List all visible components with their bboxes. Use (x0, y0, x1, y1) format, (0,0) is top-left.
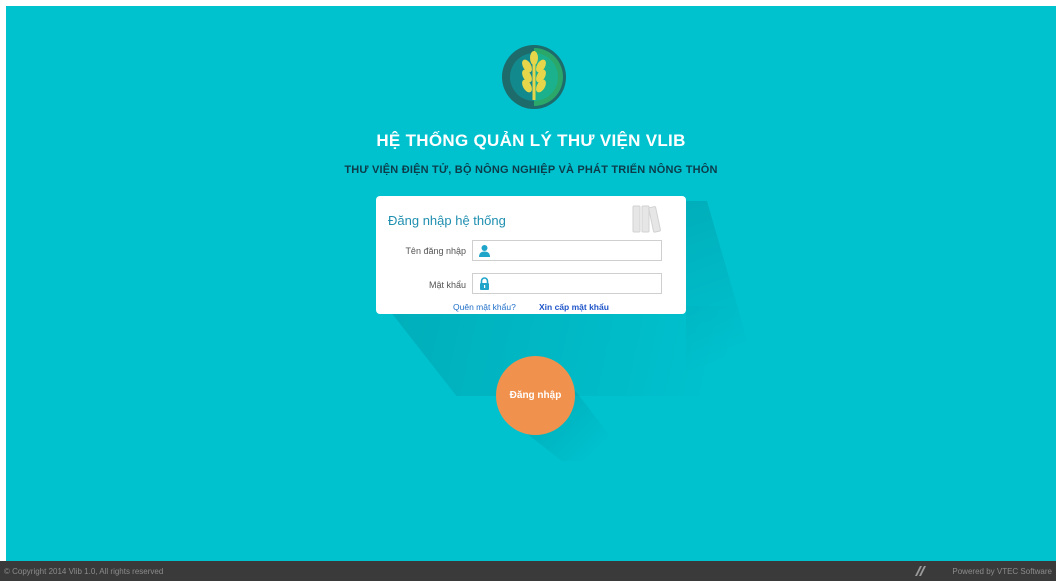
login-page: HỆ THỐNG QUẢN LÝ THƯ VIỆN VLIB THƯ VIỆN … (6, 6, 1056, 561)
page-title: HỆ THỐNG QUẢN LÝ THƯ VIỆN VLIB (376, 131, 686, 150)
vtec-logo-icon (915, 566, 926, 576)
footer-powered-by: Powered by VTEC Software (952, 567, 1052, 576)
login-card-title: Đăng nhập hệ thống (388, 213, 506, 228)
footer-copyright: © Copyright 2014 Vlib 1.0, All rights re… (4, 567, 164, 576)
password-input[interactable] (495, 275, 655, 291)
card-long-shadow (386, 306, 816, 396)
username-label: Tên đăng nhập (405, 246, 466, 256)
page-subtitle: THƯ VIỆN ĐIỆN TỬ, BỘ NÔNG NGHIỆP VÀ PHÁT… (344, 164, 718, 176)
books-icon (632, 205, 661, 233)
wheat-logo-icon (502, 45, 566, 109)
login-button[interactable]: Đăng nhập (496, 356, 575, 435)
user-icon (479, 245, 490, 257)
password-label: Mật khẩu (428, 280, 466, 290)
lock-icon (480, 277, 489, 290)
username-input[interactable] (495, 242, 655, 258)
footer: © Copyright 2014 Vlib 1.0, All rights re… (0, 561, 1056, 581)
card-side-shadow (686, 201, 756, 371)
forgot-password-link[interactable]: Quên mật khẩu? (453, 302, 516, 312)
username-field[interactable] (472, 240, 662, 261)
login-card: Đăng nhập hệ thống Tên đăng nhập Mật khẩ… (376, 196, 686, 314)
password-field[interactable] (472, 273, 662, 294)
request-password-link[interactable]: Xin cấp mật khẩu (539, 302, 609, 312)
